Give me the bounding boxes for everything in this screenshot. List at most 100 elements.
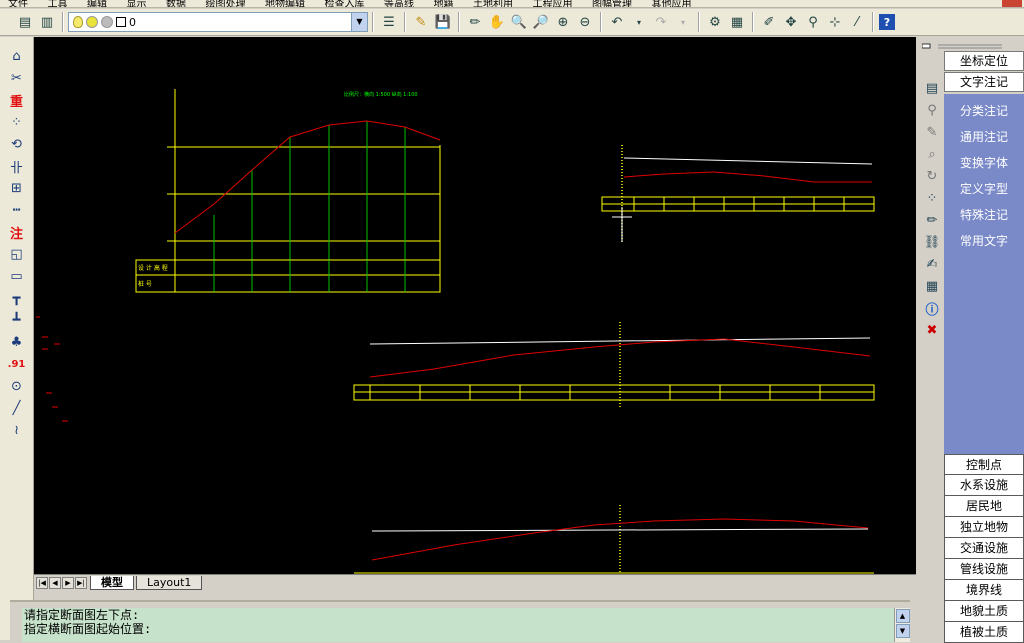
edit-icon[interactable]: ✎ bbox=[921, 121, 943, 143]
freeze-icon[interactable] bbox=[101, 16, 113, 28]
menu-engineering[interactable]: 工程应用 bbox=[533, 0, 573, 7]
drawing-canvas[interactable]: 比例尺：横向 1:500 纵向 1:100 设 计 高 程 桩 号 bbox=[34, 37, 916, 574]
linetype-icon[interactable]: ☰ bbox=[379, 12, 399, 32]
command-history[interactable]: 请指定断面图左下点: 指定横断面图起始位置: bbox=[22, 608, 894, 642]
save-icon[interactable]: 💾 bbox=[433, 12, 453, 32]
layer-previous-icon[interactable]: ▥ bbox=[37, 12, 57, 32]
layers-icon[interactable]: ▤ bbox=[15, 12, 35, 32]
table-icon[interactable]: ▦ bbox=[727, 12, 747, 32]
menu-other[interactable]: 其他应用 bbox=[652, 0, 692, 7]
properties-icon[interactable]: ⚙ bbox=[705, 12, 725, 32]
draw-line-icon[interactable]: ✐ bbox=[759, 12, 779, 32]
refresh-icon[interactable]: ↻ bbox=[921, 165, 943, 187]
zoom-realtime-icon[interactable]: 🔍 bbox=[509, 12, 529, 32]
pencil-icon[interactable]: ✏ bbox=[465, 12, 485, 32]
category-item[interactable]: 分类注记 bbox=[944, 98, 1024, 124]
category-item[interactable]: 常用文字 bbox=[944, 228, 1024, 254]
category-item[interactable]: 通用注记 bbox=[944, 124, 1024, 150]
duplicate-button[interactable]: 重 bbox=[6, 89, 28, 111]
menu-contour[interactable]: 等高线 bbox=[384, 0, 414, 7]
curve-icon[interactable]: ≀ bbox=[6, 419, 28, 441]
tab-model[interactable]: 模型 bbox=[90, 575, 134, 590]
link-icon[interactable]: ⛓ bbox=[921, 231, 943, 253]
tag-icon[interactable]: ⌂ bbox=[6, 45, 28, 67]
sun-icon[interactable] bbox=[86, 16, 98, 28]
menu-tools[interactable]: 工具 bbox=[48, 0, 68, 7]
wall-icon[interactable]: ┳ bbox=[6, 287, 28, 309]
pipeline-facility-button[interactable]: 管线设施 bbox=[944, 559, 1024, 580]
next-tab-icon[interactable]: ▶ bbox=[62, 576, 74, 589]
measure-icon[interactable]: ✂ bbox=[6, 67, 28, 89]
close-icon[interactable] bbox=[1002, 0, 1022, 7]
zoom-extents-icon[interactable]: ⊕ bbox=[553, 12, 573, 32]
points-icon[interactable]: ⁘ bbox=[6, 111, 28, 133]
water-facility-button[interactable]: 水系设施 bbox=[944, 475, 1024, 496]
category-item[interactable]: 变换字体 bbox=[944, 150, 1024, 176]
pan-icon[interactable]: ✋ bbox=[487, 12, 507, 32]
menu-cadastre[interactable]: 地籍 bbox=[434, 0, 454, 7]
ruler-icon[interactable]: ┅ bbox=[6, 199, 28, 221]
grid-icon[interactable]: ▦ bbox=[921, 275, 943, 297]
menu-draw[interactable]: 绘图处理 bbox=[206, 0, 246, 7]
rectangle-icon[interactable]: ▭ bbox=[6, 265, 28, 287]
last-tab-icon[interactable]: ▶| bbox=[75, 576, 87, 589]
search-icon[interactable]: ⚲ bbox=[921, 99, 943, 121]
menu-edit[interactable]: 编辑 bbox=[87, 0, 107, 7]
zoom-window-icon[interactable]: 🔎 bbox=[531, 12, 551, 32]
zoom-previous-icon[interactable]: ⊖ bbox=[575, 12, 595, 32]
coordinate-locate-button[interactable]: 坐标定位 bbox=[944, 51, 1024, 71]
bulb-icon[interactable] bbox=[73, 16, 83, 28]
undo-icon[interactable]: ↶ bbox=[607, 12, 627, 32]
category-item[interactable]: 定义字型 bbox=[944, 176, 1024, 202]
boundary-line-button[interactable]: 境界线 bbox=[944, 580, 1024, 601]
first-tab-icon[interactable]: |◀ bbox=[36, 576, 48, 589]
building-icon[interactable]: ⊞ bbox=[6, 177, 28, 199]
panel-grip[interactable] bbox=[921, 40, 1002, 49]
menu-sheet[interactable]: 图幅管理 bbox=[592, 0, 632, 7]
delete-icon[interactable]: ✖ bbox=[921, 319, 943, 341]
line-icon[interactable]: ╱ bbox=[6, 397, 28, 419]
tree-icon[interactable]: ♣ bbox=[6, 331, 28, 353]
menu-view[interactable]: 显示 bbox=[127, 0, 147, 7]
open-icon[interactable]: ✎ bbox=[411, 12, 431, 32]
circle-icon[interactable]: ⊙ bbox=[6, 375, 28, 397]
scroll-down-icon[interactable]: ▼ bbox=[895, 624, 910, 638]
scroll-up-icon[interactable]: ▲ bbox=[895, 609, 910, 623]
redo-icon[interactable]: ↷ bbox=[651, 12, 671, 32]
move-icon[interactable]: ✥ bbox=[781, 12, 801, 32]
command-scrollbar[interactable]: ▲ ▼ bbox=[894, 608, 910, 642]
tab-layout1[interactable]: Layout1 bbox=[136, 575, 203, 590]
menu-land-use[interactable]: 土地利用 bbox=[473, 0, 513, 7]
layer-dropdown[interactable]: 0 ▼ bbox=[68, 12, 368, 32]
layers-icon[interactable]: ▤ bbox=[921, 77, 943, 99]
menu-check[interactable]: 检查入库 bbox=[325, 0, 365, 7]
rail-icon[interactable]: ┻ bbox=[6, 309, 28, 331]
category-item[interactable]: 特殊注记 bbox=[944, 202, 1024, 228]
menu-file[interactable]: 文件 bbox=[8, 0, 28, 7]
extend-icon[interactable]: ⊹ bbox=[825, 12, 845, 32]
brush-icon[interactable]: ✏ bbox=[921, 209, 943, 231]
rotate-icon[interactable]: ⟲ bbox=[6, 133, 28, 155]
independent-feature-button[interactable]: 独立地物 bbox=[944, 517, 1024, 538]
annotate-button[interactable]: 注 bbox=[6, 221, 28, 243]
prev-tab-icon[interactable]: ◀ bbox=[49, 576, 61, 589]
shape-icon[interactable]: ◱ bbox=[6, 243, 28, 265]
undo-dropdown-icon[interactable]: ▾ bbox=[629, 12, 649, 32]
trim-icon[interactable]: ⁄ bbox=[847, 12, 867, 32]
help-icon[interactable]: ? bbox=[879, 14, 895, 30]
elevation-button[interactable]: .91 bbox=[6, 353, 28, 375]
menu-data[interactable]: 数据 bbox=[166, 0, 186, 7]
chevron-down-icon[interactable]: ▼ bbox=[351, 13, 367, 31]
info-icon[interactable]: ⓘ bbox=[921, 297, 943, 319]
draw-icon[interactable]: ✍ bbox=[921, 253, 943, 275]
residential-button[interactable]: 居民地 bbox=[944, 496, 1024, 517]
redo-dropdown-icon[interactable]: ▾ bbox=[673, 12, 693, 32]
nodes-icon[interactable]: ⁘ bbox=[921, 187, 943, 209]
traffic-facility-button[interactable]: 交通设施 bbox=[944, 538, 1024, 559]
menu-feature-edit[interactable]: 地物编辑 bbox=[265, 0, 305, 7]
landform-soil-button[interactable]: 地貌土质 bbox=[944, 601, 1024, 622]
text-annotation-button[interactable]: 文字注记 bbox=[944, 72, 1024, 92]
snap-icon[interactable]: ⚲ bbox=[803, 12, 823, 32]
zoom-icon[interactable]: ⌕ bbox=[921, 143, 943, 165]
fence-icon[interactable]: 卝 bbox=[6, 155, 28, 177]
